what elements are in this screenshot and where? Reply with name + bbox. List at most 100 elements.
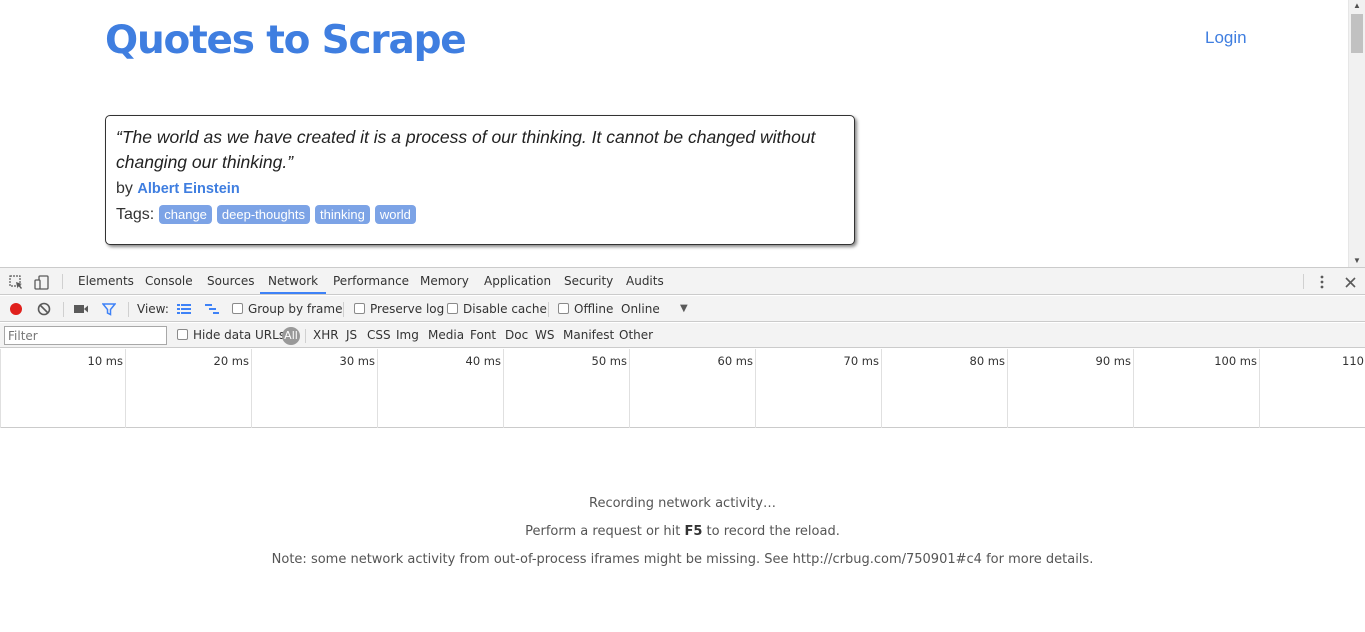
kebab-menu-icon[interactable] — [1313, 273, 1331, 291]
large-rows-list-icon[interactable] — [175, 300, 193, 318]
tab-console[interactable]: Console — [137, 268, 201, 294]
quote-tags: Tags: change deep-thoughts thinking worl… — [116, 205, 844, 224]
tag-world[interactable]: world — [374, 205, 416, 224]
timeline-gridline — [1133, 349, 1134, 428]
type-filter-ws[interactable]: WS — [535, 323, 554, 348]
dropdown-arrow-icon: ▼ — [680, 303, 688, 314]
author-link[interactable]: Albert Einstein — [137, 181, 239, 197]
timeline-gridline — [251, 349, 252, 428]
type-filter-doc[interactable]: Doc — [505, 323, 528, 348]
timeline-tick-label: 70 ms — [843, 354, 879, 368]
inspect-element-icon[interactable] — [7, 273, 25, 291]
scroll-up-arrow-icon[interactable]: ▲ — [1353, 1, 1361, 10]
page-scroll-thumb[interactable] — [1351, 14, 1363, 53]
offline-check-box[interactable] — [558, 303, 569, 314]
timeline-tick-label: 90 ms — [1095, 354, 1131, 368]
disable-cache-label: Disable cache — [463, 302, 547, 316]
site-title-link[interactable]: Quotes to Scrape — [105, 18, 467, 63]
type-filter-xhr[interactable]: XHR — [313, 323, 339, 348]
type-filter-all[interactable]: All — [282, 327, 300, 345]
type-filter-other[interactable]: Other — [619, 323, 653, 348]
type-filter-font[interactable]: Font — [470, 323, 496, 348]
timeline-tick-label: 110 — [1342, 354, 1364, 368]
page-viewport: Quotes to Scrape Login “The world as we … — [0, 0, 1365, 267]
close-icon[interactable] — [1341, 273, 1359, 291]
tag-deep-thoughts[interactable]: deep-thoughts — [216, 205, 311, 224]
group-by-frame-checkbox[interactable]: Group by frame — [232, 296, 342, 322]
clear-icon[interactable] — [35, 300, 53, 318]
group-by-frame-label: Group by frame — [248, 302, 343, 316]
screenshot-camera-icon[interactable] — [72, 300, 90, 318]
tab-elements[interactable]: Elements — [70, 268, 142, 294]
throttle-value: Online — [621, 302, 660, 316]
timeline-tick-label: 10 ms — [87, 354, 123, 368]
page-scrollbar[interactable]: ▲ ▼ — [1348, 0, 1365, 267]
tab-sources[interactable]: Sources — [199, 268, 262, 294]
timeline-gridline — [881, 349, 882, 428]
tab-audits[interactable]: Audits — [618, 268, 672, 294]
reload-hint-message: Perform a request or hit F5 to record th… — [0, 524, 1365, 539]
timeline-tick-label: 50 ms — [591, 354, 627, 368]
network-empty-state: Recording network activity… Perform a re… — [0, 428, 1365, 632]
filter-input[interactable] — [4, 326, 167, 345]
reload-hint-post: to record the reload. — [706, 524, 840, 539]
tag-change[interactable]: change — [159, 205, 212, 224]
type-filter-js[interactable]: JS — [346, 323, 357, 348]
preserve-log-check-box[interactable] — [354, 303, 365, 314]
timeline-tick-label: 20 ms — [213, 354, 249, 368]
tab-application[interactable]: Application — [476, 268, 559, 294]
toolbar-separator — [128, 302, 129, 317]
disable-cache-checkbox[interactable]: Disable cache — [447, 296, 547, 322]
offline-checkbox[interactable]: Offline — [558, 296, 613, 322]
iframe-note-message: Note: some network activity from out-of-… — [271, 552, 1094, 567]
reload-hint-key: F5 — [684, 524, 703, 539]
network-filter-bar: Hide data URLs All XHR JS CSS Img Media … — [0, 323, 1365, 348]
type-filter-css[interactable]: CSS — [367, 323, 391, 348]
waterfall-overview-icon[interactable] — [203, 300, 221, 318]
network-toolbar: View: Group by frame Preserve log Disabl… — [0, 296, 1365, 322]
hide-data-urls-check-box[interactable] — [177, 329, 188, 340]
timeline-gridline — [0, 349, 1, 428]
hide-data-urls-label: Hide data URLs — [193, 328, 286, 342]
type-filter-manifest[interactable]: Manifest — [563, 323, 614, 348]
tab-network[interactable]: Network — [260, 268, 327, 294]
preserve-log-checkbox[interactable]: Preserve log — [354, 296, 444, 322]
network-timeline-overview[interactable]: 10 ms 20 ms 30 ms 40 ms 50 ms 60 ms 70 m… — [0, 349, 1365, 428]
toolbar-separator — [63, 302, 64, 317]
throttle-select[interactable]: Online ▼ — [621, 296, 696, 322]
timeline-gridline — [629, 349, 630, 428]
reload-hint-pre: Perform a request or hit — [525, 524, 681, 539]
recording-message: Recording network activity… — [589, 496, 776, 511]
quote-byline: by Albert Einstein — [116, 180, 844, 198]
offline-label: Offline — [574, 302, 614, 316]
quote-text: “The world as we have created it is a pr… — [116, 127, 816, 172]
devtools-tab-bar: Elements Console Sources Network Perform… — [0, 268, 1365, 295]
tab-memory[interactable]: Memory — [412, 268, 477, 294]
timeline-tick-label: 40 ms — [465, 354, 501, 368]
tags-label: Tags: — [116, 205, 155, 223]
tab-performance[interactable]: Performance — [325, 268, 417, 294]
type-filter-img[interactable]: Img — [396, 323, 419, 348]
tab-separator — [62, 274, 63, 289]
timeline-tick-label: 80 ms — [969, 354, 1005, 368]
quote-card: “The world as we have created it is a pr… — [105, 115, 855, 245]
timeline-tick-label: 30 ms — [339, 354, 375, 368]
timeline-gridline — [1259, 349, 1260, 428]
toolbar-separator — [343, 302, 344, 317]
view-label: View: — [137, 302, 169, 316]
tag-thinking[interactable]: thinking — [315, 205, 370, 224]
group-by-frame-check-box[interactable] — [232, 303, 243, 314]
timeline-gridline — [755, 349, 756, 428]
filter-funnel-icon[interactable] — [100, 300, 118, 318]
hide-data-urls-checkbox[interactable]: Hide data URLs — [177, 323, 285, 348]
type-filter-media[interactable]: Media — [428, 323, 464, 348]
scroll-down-arrow-icon[interactable]: ▼ — [1353, 256, 1361, 265]
tab-security[interactable]: Security — [556, 268, 621, 294]
timeline-gridline — [1007, 349, 1008, 428]
record-icon[interactable] — [7, 300, 25, 318]
timeline-gridline — [503, 349, 504, 428]
disable-cache-check-box[interactable] — [447, 303, 458, 314]
device-toolbar-icon[interactable] — [33, 273, 51, 291]
timeline-gridline — [377, 349, 378, 428]
login-link[interactable]: Login — [1205, 28, 1247, 48]
